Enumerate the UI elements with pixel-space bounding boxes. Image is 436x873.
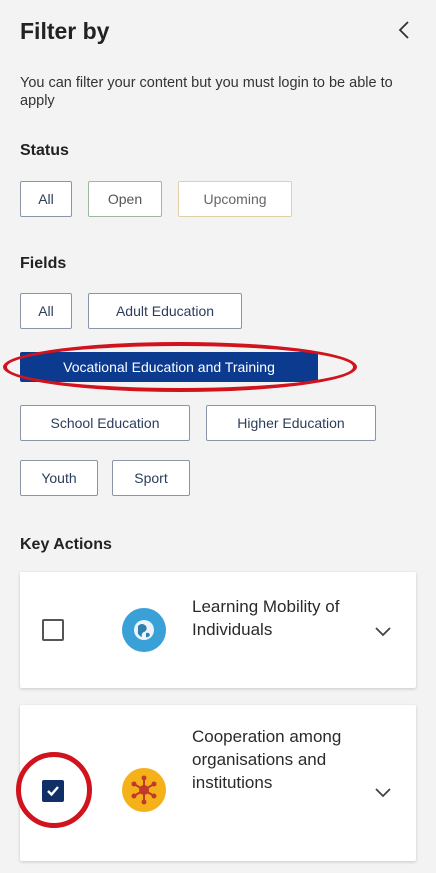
key-action-checkbox[interactable] (42, 619, 64, 641)
key-action-checkbox[interactable] (42, 780, 64, 802)
status-heading: Status (20, 142, 69, 159)
network-icon (122, 768, 166, 812)
collapse-button[interactable] (392, 16, 416, 44)
field-chip-vocational-education-and-training[interactable]: Vocational Education and Training (20, 352, 318, 382)
chevron-left-icon (398, 21, 409, 39)
fields-heading: Fields (20, 255, 67, 272)
field-chip-school-education[interactable]: School Education (20, 405, 190, 441)
key-actions-heading: Key Actions (20, 536, 112, 553)
key-action-card-learning-mobility: Learning Mobility of Individuals (20, 572, 416, 688)
filter-description: You can filter your content but you must… (20, 75, 393, 109)
status-chip-upcoming[interactable]: Upcoming (178, 181, 292, 217)
key-action-card-cooperation: Cooperation among organisations and inst… (20, 705, 416, 861)
filter-panel: Filter by You can filter your content bu… (0, 0, 436, 873)
checkmark-icon (47, 786, 59, 797)
chevron-down-icon[interactable] (372, 781, 394, 803)
filter-header: Filter by (20, 16, 416, 48)
chevron-down-icon[interactable] (372, 620, 394, 642)
field-chip-all[interactable]: All (20, 293, 72, 329)
field-chip-youth[interactable]: Youth (20, 460, 98, 496)
field-chip-sport[interactable]: Sport (112, 460, 190, 496)
key-action-label: Learning Mobility of Individuals (192, 597, 340, 639)
field-chip-higher-education[interactable]: Higher Education (206, 405, 376, 441)
globe-icon (122, 608, 166, 652)
status-chip-all[interactable]: All (20, 181, 72, 217)
field-chip-adult-education[interactable]: Adult Education (88, 293, 242, 329)
key-action-label: Cooperation among organisations and inst… (192, 727, 342, 792)
status-chip-open[interactable]: Open (88, 181, 162, 217)
page-title: Filter by (20, 18, 110, 44)
